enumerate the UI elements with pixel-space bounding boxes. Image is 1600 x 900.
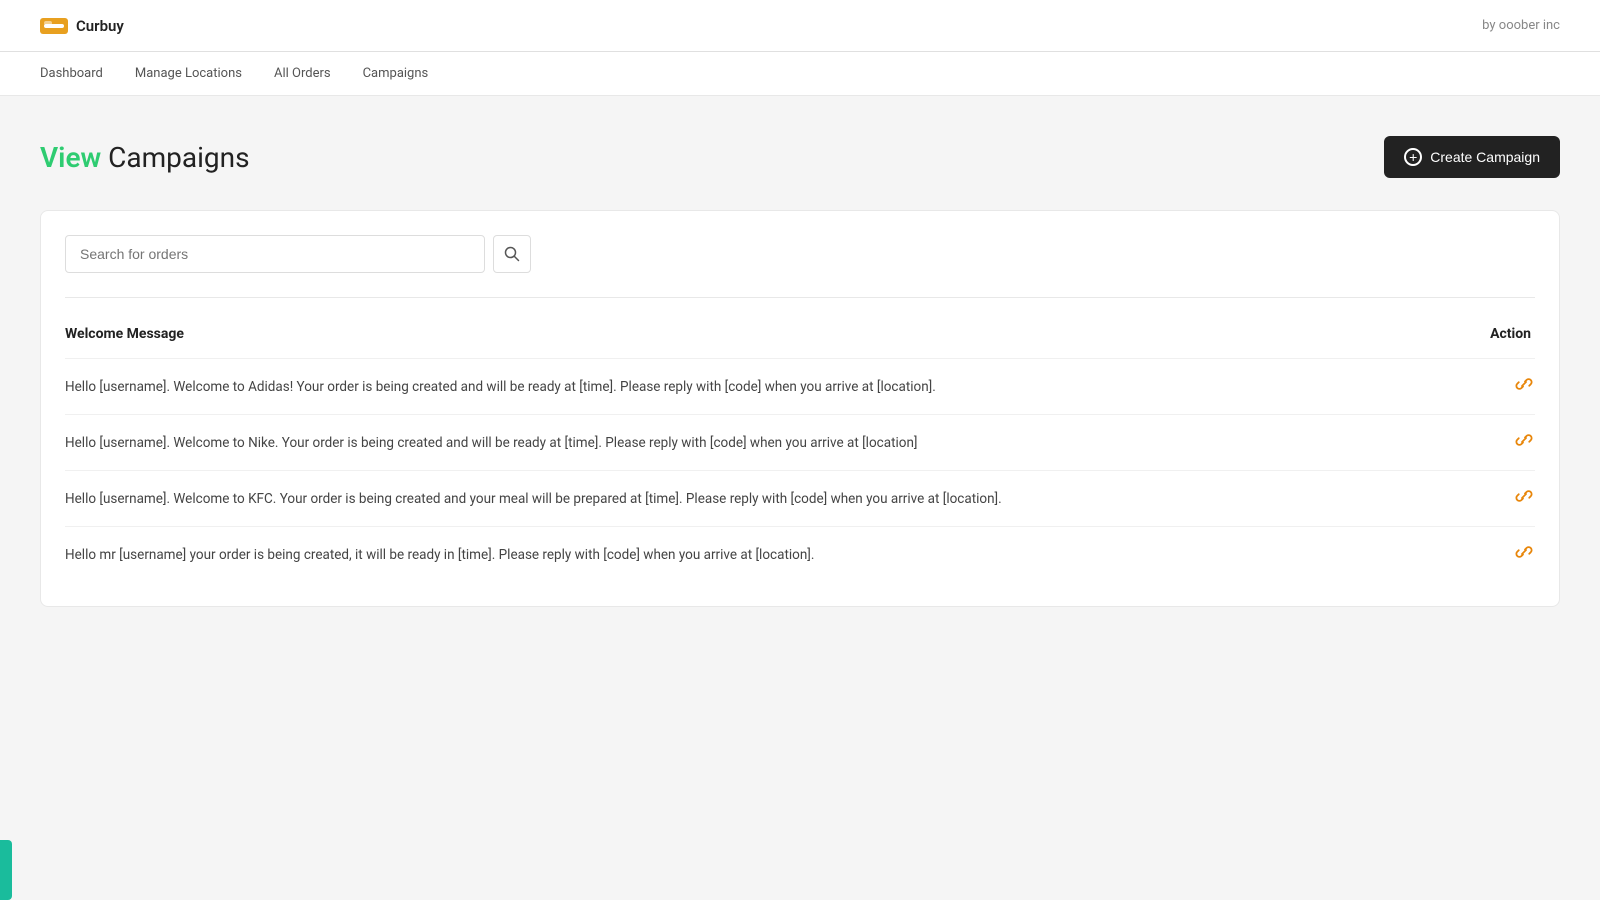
page-title: View Campaigns — [40, 141, 250, 174]
action-link-icon-1[interactable] — [1513, 429, 1535, 456]
logo-icon — [40, 18, 68, 34]
create-campaign-button[interactable]: + Create Campaign — [1384, 136, 1560, 178]
page-header: View Campaigns + Create Campaign — [40, 136, 1560, 178]
message-text: Hello [username]. Welcome to Nike. Your … — [65, 435, 1513, 451]
action-link-icon-2[interactable] — [1513, 485, 1535, 512]
divider — [65, 297, 1535, 298]
logo-area: Curbuy — [40, 17, 124, 35]
table-row: Hello mr [username] your order is being … — [65, 526, 1535, 582]
create-campaign-label: Create Campaign — [1430, 149, 1540, 165]
table-row: Hello [username]. Welcome to Nike. Your … — [65, 414, 1535, 470]
nav-all-orders[interactable]: All Orders — [274, 54, 331, 93]
plus-circle-icon: + — [1404, 148, 1422, 166]
action-link-icon-0[interactable] — [1513, 373, 1535, 400]
search-button[interactable] — [493, 235, 531, 273]
bottom-accent — [0, 840, 12, 900]
search-area — [65, 235, 1535, 273]
action-link-icon-3[interactable] — [1513, 541, 1535, 568]
nav-manage-locations[interactable]: Manage Locations — [135, 54, 242, 93]
nav-bar: Dashboard Manage Locations All Orders Ca… — [0, 52, 1600, 96]
main-content: View Campaigns + Create Campaign Welcome… — [0, 96, 1600, 647]
page-title-rest: Campaigns — [101, 141, 249, 174]
top-bar: Curbuy by ooober inc — [0, 0, 1600, 52]
col-action-header: Action — [1490, 326, 1535, 342]
table-row: Hello [username]. Welcome to KFC. Your o… — [65, 470, 1535, 526]
message-text: Hello [username]. Welcome to Adidas! You… — [65, 379, 1513, 395]
nav-dashboard[interactable]: Dashboard — [40, 54, 103, 93]
table-header: Welcome Message Action — [65, 318, 1535, 358]
message-text: Hello mr [username] your order is being … — [65, 547, 1513, 563]
nav-campaigns[interactable]: Campaigns — [363, 54, 429, 93]
logo-text: Curbuy — [76, 17, 124, 35]
page-title-accent: View — [40, 141, 101, 174]
table-row: Hello [username]. Welcome to Adidas! You… — [65, 358, 1535, 414]
col-message-header: Welcome Message — [65, 326, 184, 342]
brand-text: by ooober inc — [1482, 18, 1560, 33]
search-icon — [504, 246, 520, 262]
campaigns-card: Welcome Message Action Hello [username].… — [40, 210, 1560, 607]
search-input[interactable] — [65, 235, 485, 273]
message-text: Hello [username]. Welcome to KFC. Your o… — [65, 491, 1513, 507]
